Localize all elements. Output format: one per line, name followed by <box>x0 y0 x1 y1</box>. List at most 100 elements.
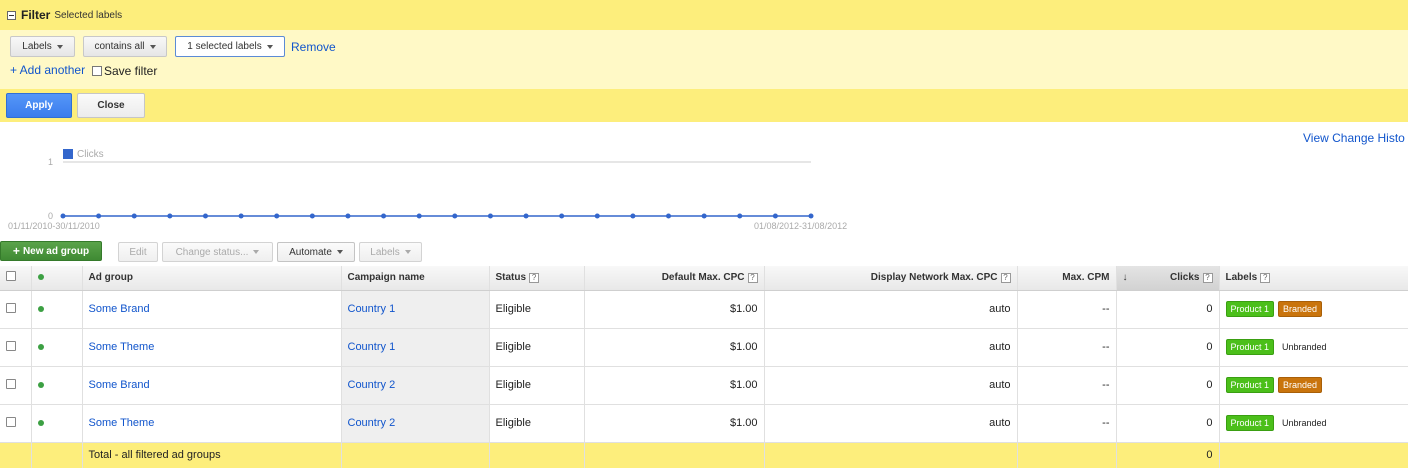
label-badge-unbranded[interactable]: Unbranded <box>1278 416 1331 430</box>
label-badge-product[interactable]: Product 1 <box>1225 301 1275 317</box>
row-select-cell <box>0 366 32 405</box>
clicks-point-2[interactable] <box>131 213 137 219</box>
row-status-text: Eligible <box>489 366 585 405</box>
total-label: Total - all filtered ad groups <box>82 442 342 468</box>
row-campaign-cell: Country 2 <box>341 366 490 405</box>
enabled-dot-icon[interactable] <box>37 306 44 312</box>
new-ad-group-button[interactable]: + New ad group <box>0 241 102 261</box>
row-display-cpc[interactable]: auto <box>764 404 1018 443</box>
apply-button[interactable]: Apply <box>6 93 72 118</box>
chevron-down-icon <box>336 250 343 254</box>
ad-group-link[interactable]: Some Theme <box>89 341 155 353</box>
clicks-point-7[interactable] <box>309 213 315 219</box>
row-default-cpc[interactable]: $1.00 <box>584 404 765 443</box>
clicks-point-4[interactable] <box>202 213 208 219</box>
select-all-checkbox[interactable] <box>6 271 16 282</box>
close-button[interactable]: Close <box>77 93 145 118</box>
clicks-point-12[interactable] <box>487 213 493 219</box>
row-checkbox[interactable] <box>6 302 16 313</box>
campaign-link[interactable]: Country 1 <box>348 303 396 315</box>
table-row: Some Theme Country 1 Eligible $1.00 auto… <box>0 328 1408 367</box>
header-status[interactable]: Status? <box>489 266 585 291</box>
clicks-point-19[interactable] <box>737 213 743 219</box>
enabled-dot-icon[interactable] <box>37 382 44 388</box>
automate-button[interactable]: Automate <box>277 242 355 262</box>
remove-filter-link[interactable]: Remove <box>291 40 336 54</box>
edit-button[interactable]: Edit <box>118 242 158 262</box>
header-display-cpc[interactable]: Display Network Max. CPC? <box>764 266 1018 291</box>
clicks-point-3[interactable] <box>167 213 173 219</box>
labels-button[interactable]: Labels <box>359 242 422 262</box>
clicks-point-6[interactable] <box>274 213 280 219</box>
collapse-icon[interactable] <box>7 10 16 20</box>
clicks-point-1[interactable] <box>96 213 102 219</box>
row-labels-cell: Product 1 Unbranded <box>1219 328 1408 367</box>
table-header-row: Ad group Campaign name Status? Default M… <box>0 266 1408 291</box>
add-another-link[interactable]: + Add another <box>10 63 85 77</box>
label-badge-branded[interactable]: Branded <box>1278 301 1323 317</box>
row-checkbox[interactable] <box>6 416 16 427</box>
label-badge-product[interactable]: Product 1 <box>1225 415 1275 431</box>
help-icon[interactable]: ? <box>1260 272 1271 283</box>
save-filter-checkbox[interactable] <box>92 66 102 76</box>
clicks-point-13[interactable] <box>523 213 529 219</box>
ad-group-link[interactable]: Some Brand <box>89 379 150 391</box>
help-icon[interactable]: ? <box>747 272 758 283</box>
filter-field-dropdown[interactable]: Labels <box>10 36 75 57</box>
row-default-cpc[interactable]: $1.00 <box>584 290 765 329</box>
label-badge-unbranded[interactable]: Unbranded <box>1278 340 1331 354</box>
header-campaign[interactable]: Campaign name <box>341 266 490 291</box>
clicks-point-10[interactable] <box>416 213 422 219</box>
clicks-point-18[interactable] <box>701 213 707 219</box>
change-status-button[interactable]: Change status... <box>162 242 273 262</box>
clicks-point-17[interactable] <box>666 213 672 219</box>
header-max-cpm[interactable]: Max. CPM <box>1017 266 1117 291</box>
ad-group-link[interactable]: Some Brand <box>89 303 150 315</box>
filter-value-dropdown[interactable]: 1 selected labels <box>175 36 285 57</box>
row-checkbox[interactable] <box>6 378 16 389</box>
save-filter-option[interactable]: Save filter <box>92 64 157 78</box>
clicks-point-5[interactable] <box>238 213 244 219</box>
clicks-point-20[interactable] <box>772 213 778 219</box>
label-badge-product[interactable]: Product 1 <box>1225 377 1275 393</box>
help-icon[interactable]: ? <box>529 272 540 283</box>
clicks-point-9[interactable] <box>381 213 387 219</box>
campaign-link[interactable]: Country 2 <box>348 417 396 429</box>
row-ad-group-cell: Some Brand <box>82 290 342 329</box>
header-ad-group[interactable]: Ad group <box>82 266 342 291</box>
row-display-cpc[interactable]: auto <box>764 366 1018 405</box>
row-status-cell <box>31 404 83 443</box>
help-icon[interactable]: ? <box>1202 272 1213 283</box>
chevron-down-icon <box>266 44 273 49</box>
clicks-point-21[interactable] <box>808 213 814 219</box>
campaign-link[interactable]: Country 2 <box>348 379 396 391</box>
clicks-point-14[interactable] <box>559 213 565 219</box>
ad-group-link[interactable]: Some Theme <box>89 417 155 429</box>
label-badge-product[interactable]: Product 1 <box>1225 339 1275 355</box>
plus-icon: + <box>12 244 20 258</box>
row-checkbox[interactable] <box>6 340 16 351</box>
help-icon[interactable]: ? <box>1000 272 1011 283</box>
clicks-point-0[interactable] <box>60 213 66 219</box>
total-empty-cell <box>489 442 585 468</box>
ad-groups-table: Ad group Campaign name Status? Default M… <box>0 266 1408 468</box>
enabled-dot-icon[interactable] <box>37 420 44 426</box>
header-default-cpc[interactable]: Default Max. CPC? <box>584 266 765 291</box>
filter-title: Filter <box>21 8 51 22</box>
row-default-cpc[interactable]: $1.00 <box>584 328 765 367</box>
filter-operator-dropdown[interactable]: contains all <box>83 36 167 57</box>
label-badge-branded[interactable]: Branded <box>1278 377 1323 393</box>
clicks-point-16[interactable] <box>630 213 636 219</box>
enabled-dot-icon[interactable] <box>37 344 44 350</box>
view-change-history-link[interactable]: View Change Histo <box>1303 131 1405 145</box>
row-display-cpc[interactable]: auto <box>764 328 1018 367</box>
header-labels[interactable]: Labels? <box>1219 266 1408 291</box>
row-default-cpc[interactable]: $1.00 <box>584 366 765 405</box>
clicks-point-15[interactable] <box>594 213 600 219</box>
x-end-label: 01/08/2012-31/08/2012 <box>754 221 847 231</box>
header-clicks[interactable]: ↓ Clicks? <box>1116 266 1220 291</box>
clicks-point-8[interactable] <box>345 213 351 219</box>
clicks-point-11[interactable] <box>452 213 458 219</box>
campaign-link[interactable]: Country 1 <box>348 341 396 353</box>
row-display-cpc[interactable]: auto <box>764 290 1018 329</box>
